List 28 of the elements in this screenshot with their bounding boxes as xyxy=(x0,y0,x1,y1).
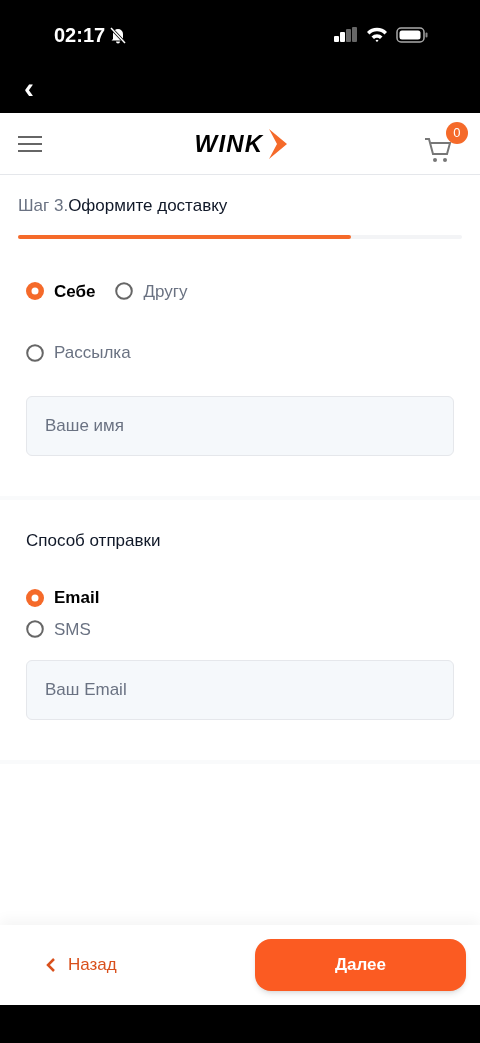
email-field[interactable]: Ваш Email xyxy=(26,660,454,720)
radio-button[interactable] xyxy=(26,588,44,607)
back-link[interactable]: Назад xyxy=(46,952,117,978)
radio-button[interactable] xyxy=(115,282,134,301)
signal-icon xyxy=(334,27,358,43)
radio-label[interactable]: Рассылка xyxy=(54,340,131,366)
cart-count-badge: 0 xyxy=(446,121,468,144)
radio-label[interactable]: Email xyxy=(54,585,100,611)
wifi-icon xyxy=(366,27,388,43)
radio-label[interactable]: SMS xyxy=(54,616,91,642)
radio-label[interactable]: Себе xyxy=(54,278,96,304)
cart-icon[interactable] xyxy=(424,135,452,164)
section-title: Способ отправки xyxy=(26,529,162,552)
chevron-left-icon xyxy=(46,958,56,972)
radio-label[interactable]: Другу xyxy=(143,278,188,304)
back-button[interactable]: ‹ xyxy=(24,72,34,111)
next-button[interactable]: Далее xyxy=(255,939,466,991)
radio-button[interactable] xyxy=(26,282,44,301)
battery-icon xyxy=(396,27,428,43)
chevron-logo-icon xyxy=(267,128,288,159)
step-number: Шаг 3. xyxy=(18,196,69,215)
menu-icon[interactable] xyxy=(18,134,42,153)
status-time: 02:17 xyxy=(54,23,106,48)
radio-button[interactable] xyxy=(26,620,44,639)
logo-text: WINK xyxy=(194,128,264,159)
name-field[interactable]: Ваше имя xyxy=(26,395,454,456)
step-title: Оформите доставку xyxy=(68,196,228,215)
radio-button[interactable] xyxy=(26,343,44,362)
